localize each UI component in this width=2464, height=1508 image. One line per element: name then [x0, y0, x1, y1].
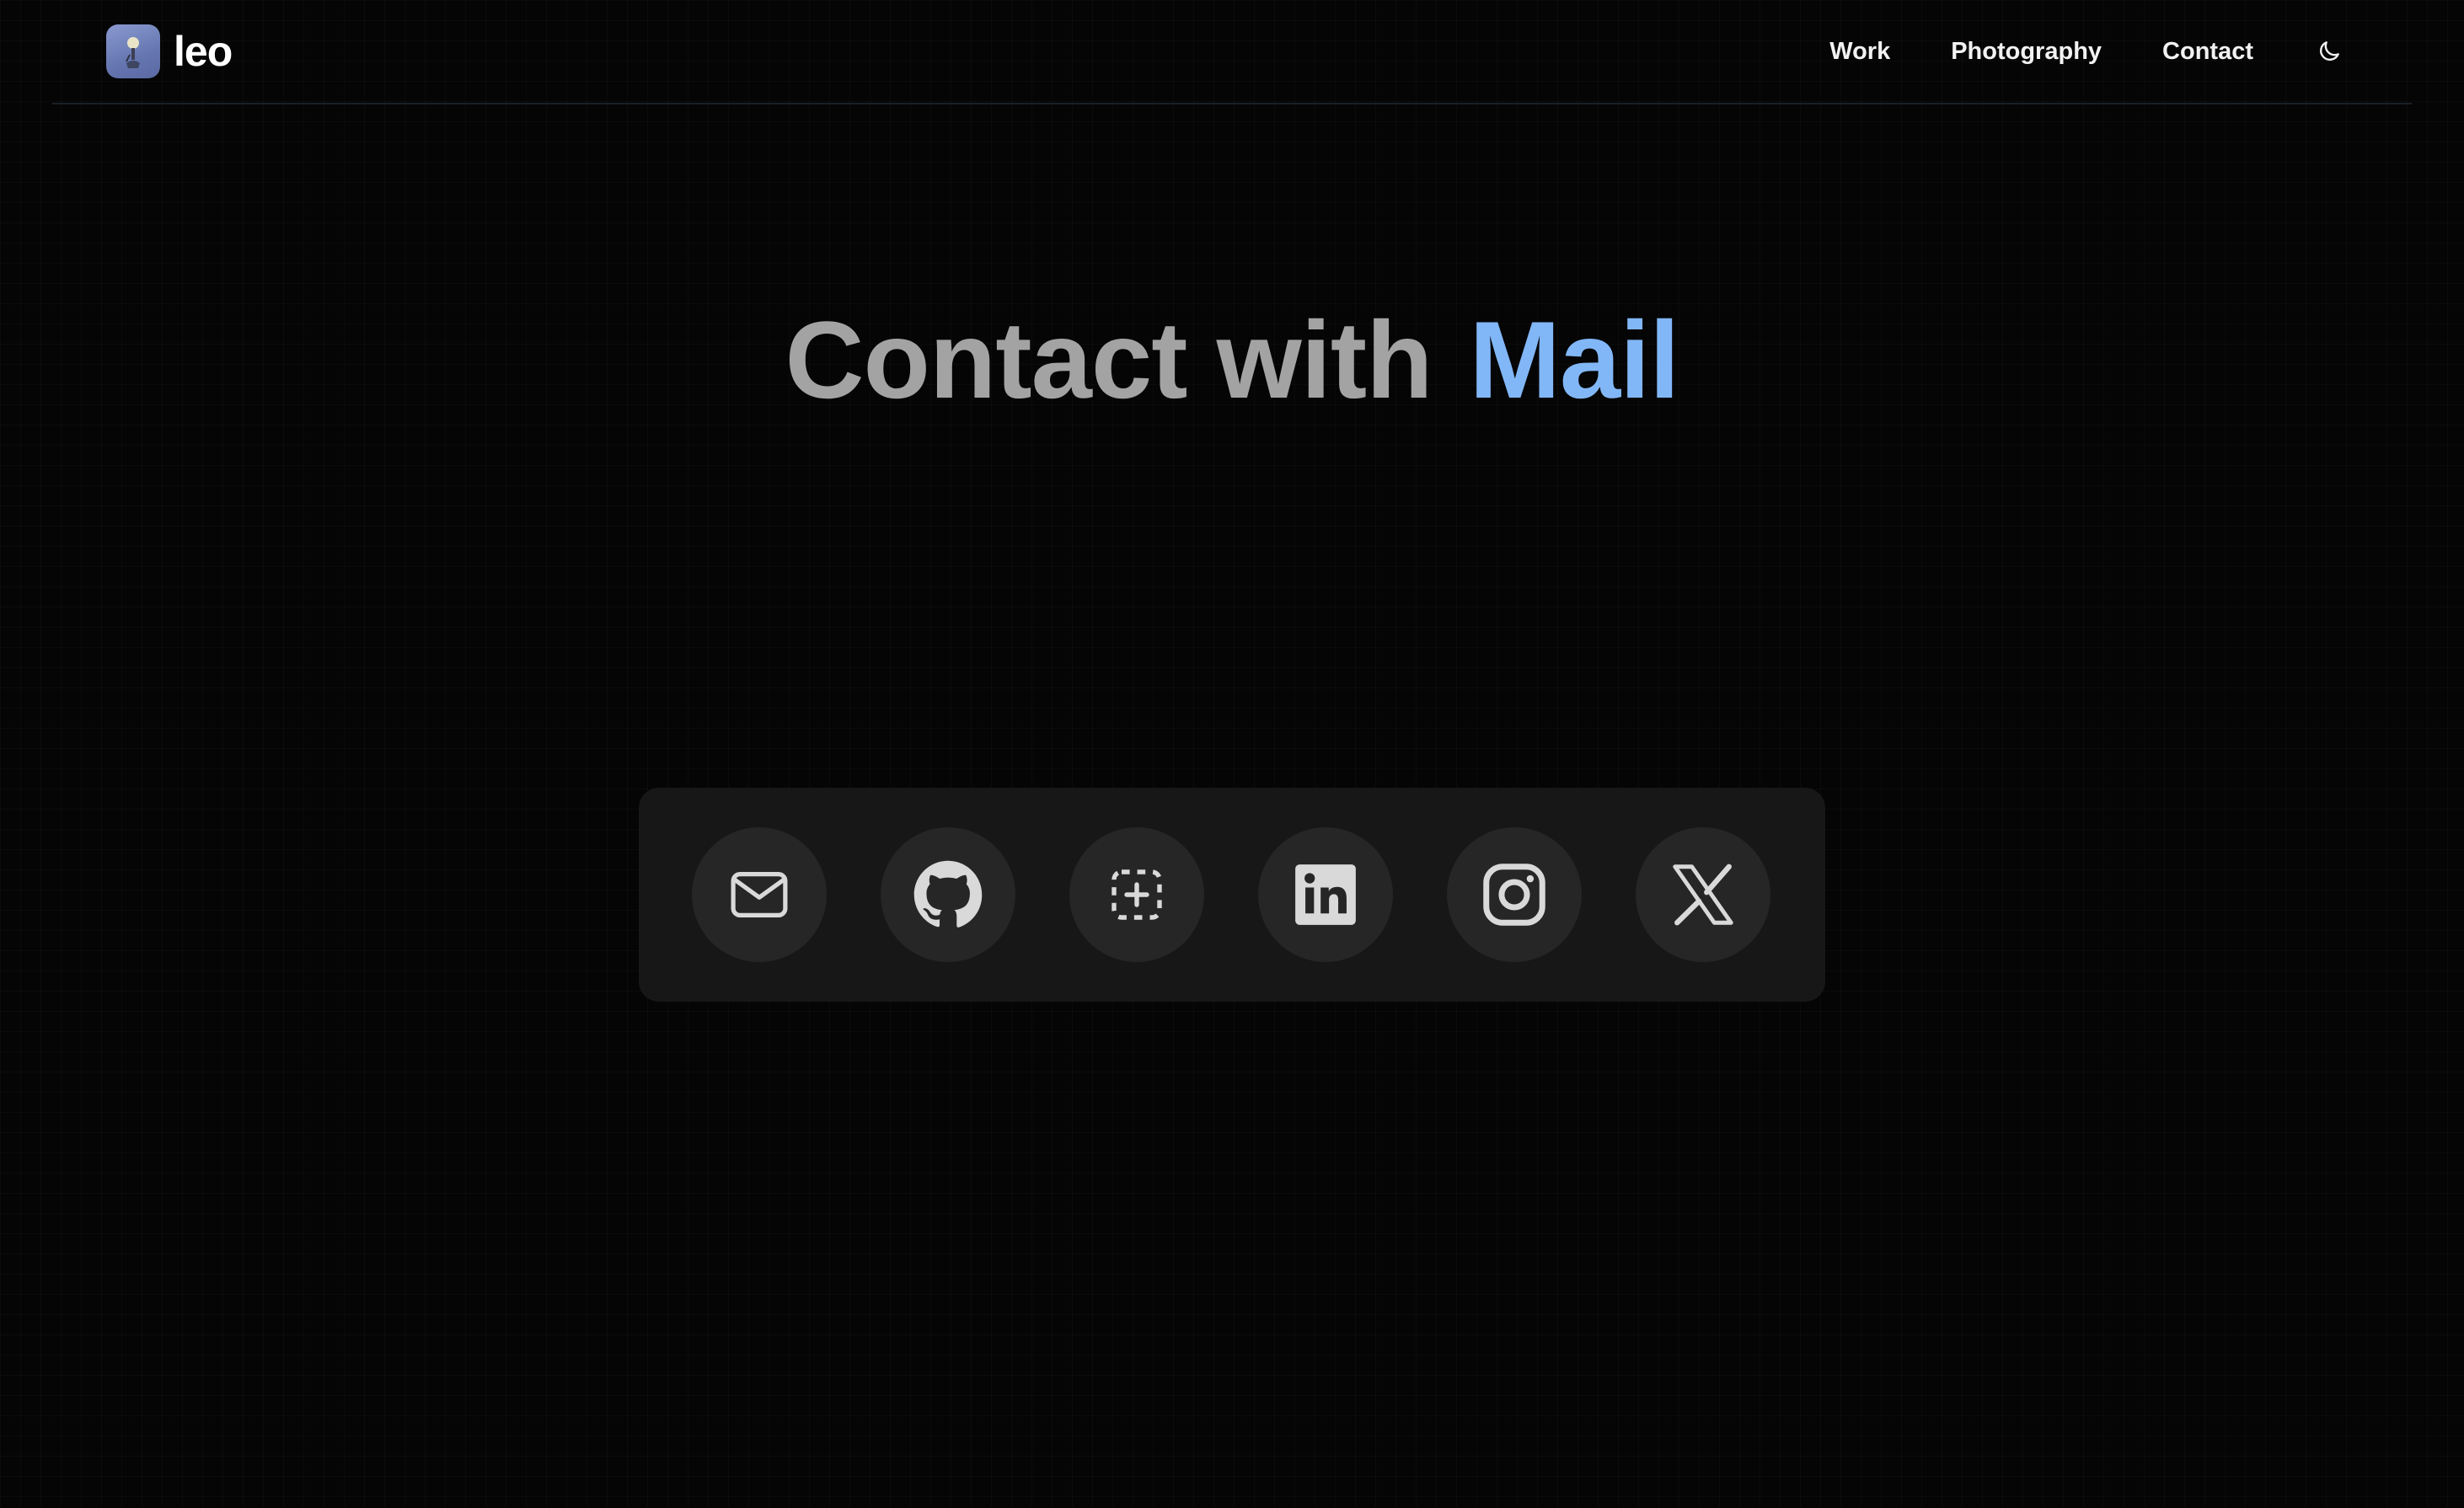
nav-item-work[interactable]: Work	[1829, 38, 1890, 66]
brand[interactable]: leo	[106, 24, 233, 78]
github-icon	[913, 860, 983, 928]
site-header: leo Work Photography Contact	[52, 0, 2412, 104]
instagram-icon	[1483, 864, 1545, 926]
mail-button[interactable]	[692, 827, 827, 962]
instagram-button[interactable]	[1447, 827, 1582, 962]
x-button[interactable]	[1636, 827, 1770, 962]
page-title: Contact with Mail	[0, 297, 2464, 423]
avatar-image-icon	[126, 37, 140, 68]
dashed-plus-icon	[1111, 869, 1162, 920]
main-nav: Work Photography Contact	[1829, 25, 2346, 78]
contact-dock	[639, 788, 1825, 1002]
mail-icon	[731, 872, 788, 917]
moon-icon	[2320, 41, 2339, 61]
nav-item-contact[interactable]: Contact	[2162, 38, 2253, 66]
avatar	[106, 24, 160, 78]
brand-name: leo	[174, 28, 233, 75]
title-accent: Mail	[1469, 298, 1680, 421]
github-button[interactable]	[881, 827, 1015, 962]
linkedin-button[interactable]	[1258, 827, 1393, 962]
title-prefix: Contact with	[785, 298, 1433, 421]
theme-toggle-button[interactable]	[2312, 35, 2346, 68]
nav-item-photography[interactable]: Photography	[1951, 38, 2102, 66]
add-link-button[interactable]	[1069, 827, 1204, 962]
x-icon	[1673, 864, 1733, 926]
linkedin-icon	[1295, 864, 1356, 925]
page: leo Work Photography Contact Contact wit…	[0, 0, 2464, 1508]
